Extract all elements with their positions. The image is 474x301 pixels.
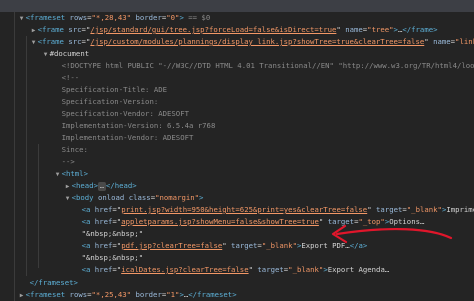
tree-row-frameset-2[interactable]: ▶ <frameset rows="*,25,43" border="1">…</… <box>0 277 474 299</box>
tree-row-comment[interactable]: Specification-Vendor: ADESOFT <box>0 96 474 118</box>
tree-row-comment[interactable]: Since: <box>0 132 474 154</box>
tree-row-head[interactable]: ▶ <head>… </head> <box>0 168 474 191</box>
tree-row-comment[interactable]: <!-- <box>0 60 474 82</box>
tree-row-doctype[interactable]: <!DOCTYPE html PUBLIC "-//W3C//DTD HTML … <box>0 48 474 70</box>
tree-row-html[interactable]: ▼ <html> <box>0 156 474 178</box>
tree-row-frame-link[interactable]: ▼ <frame src="/jsp/custom/modules/plannin… <box>0 24 474 46</box>
tree-row-text-node[interactable]: "&nbsp;&nbsp;" <box>0 240 474 262</box>
tree-row-comment[interactable]: Implementation-Version: 6.5.4a r768 <box>0 108 474 130</box>
tree-row-frameset[interactable]: ▼ <frameset rows="*,28,43" border="0"> ==… <box>0 0 474 22</box>
tree-row-frame-tree[interactable]: ▶ <frame src="/jsp/standard/gui/tree.jsp?… <box>0 12 474 34</box>
devtools-elements-panel: ▼ <frameset rows="*,28,43" border="0"> ==… <box>0 0 474 301</box>
tree-row-anchor-print[interactable]: <a href="print.jsp?width=950&height=625&… <box>0 192 474 214</box>
tree-row-comment[interactable]: --> <box>0 144 474 166</box>
tree-row-comment[interactable]: Specification-Version: <box>0 84 474 106</box>
tree-row-document[interactable]: ▼ #document <box>0 36 474 58</box>
tree-row-anchor-export-pdf[interactable]: <a href="pdf.jsp?clearTree=false" target… <box>0 228 474 250</box>
tree-row-comment[interactable]: Specification-Title: ADE <box>0 72 474 94</box>
tree-row-text-node[interactable]: "&nbsp;&nbsp;" <box>0 216 474 238</box>
tree-row-frameset-close[interactable]: </frameset> <box>0 265 474 287</box>
tree-row-body[interactable]: ▼ <body onload class="nomargin"> <box>0 180 474 202</box>
tree-row-anchor-export-agenda[interactable]: <a href="icalDates.jsp?clearTree=false" … <box>0 252 474 274</box>
tree-row-frameset-close[interactable]: </frameset> <box>0 289 474 301</box>
tree-row-anchor-options[interactable]: <a href="appletparams.jsp?showMenu=false… <box>0 204 474 226</box>
tree-row-comment[interactable]: Implementation-Vendor: ADESOFT <box>0 120 474 142</box>
